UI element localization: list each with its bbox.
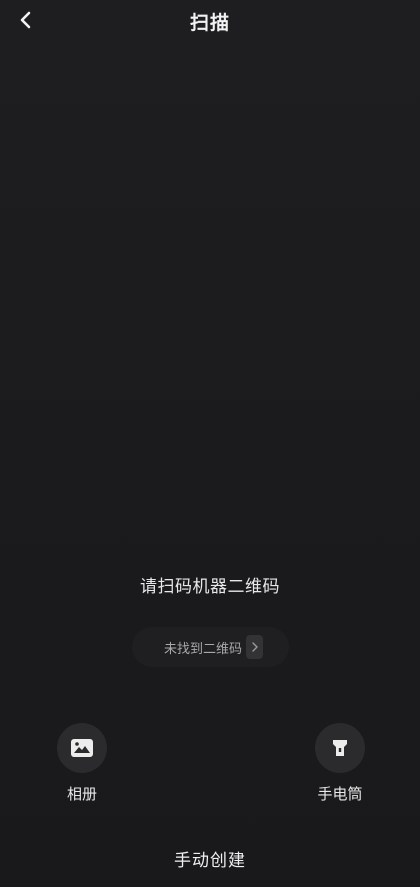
qr-not-found-button[interactable]: 未找到二维码 — [132, 627, 289, 667]
flashlight-icon-circle — [315, 723, 365, 773]
image-icon — [71, 739, 93, 757]
header-bar: 扫描 — [0, 0, 420, 40]
album-label: 相册 — [66, 785, 97, 803]
chevron-right-icon — [246, 635, 263, 659]
page-title: 扫描 — [189, 12, 230, 34]
scan-prompt: 请扫码机器二维码 — [140, 577, 280, 597]
scan-screen: 扫描 请扫码机器二维码 未找到二维码 相册 手电筒 手动创建 — [0, 0, 420, 887]
flashlight-button[interactable]: 手电筒 — [300, 723, 380, 804]
qr-not-found-label: 未找到二维码 — [163, 641, 242, 657]
flashlight-icon — [333, 740, 347, 756]
flashlight-label: 手电筒 — [317, 785, 363, 803]
album-icon-circle — [57, 723, 107, 773]
album-button[interactable]: 相册 — [42, 723, 122, 804]
manual-create-button[interactable]: 手动创建 — [0, 846, 420, 871]
